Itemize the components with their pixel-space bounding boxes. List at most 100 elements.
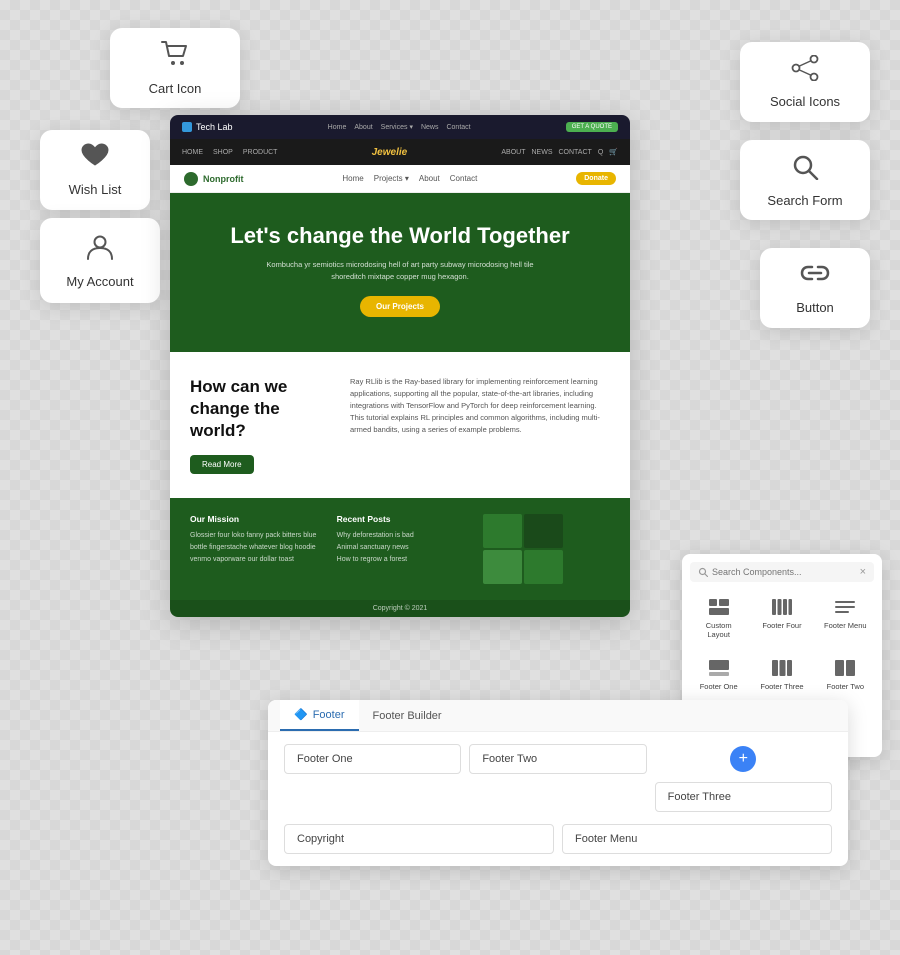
techlab-cta-button[interactable]: GET A QUOTE	[566, 122, 618, 132]
footer-image	[524, 550, 563, 584]
list-item: Animal sanctuary news	[337, 542, 464, 554]
button-card: Button	[760, 248, 870, 328]
my-account-label: My Account	[66, 274, 133, 289]
footer-cell-three-label: Footer Three	[668, 791, 731, 803]
footer-cell-copyright: Copyright	[284, 824, 554, 854]
footer-copyright: Copyright © 2021	[170, 600, 630, 617]
tab-footer-label: Footer	[313, 709, 345, 721]
hero-cta-button[interactable]: Our Projects	[360, 296, 440, 317]
footer-cell-copyright-label: Copyright	[297, 833, 344, 845]
search-form-label: Search Form	[767, 193, 842, 208]
footer-four-icon	[768, 596, 796, 618]
jewelry-logo: Jewelie	[372, 147, 408, 158]
wish-list-label: Wish List	[69, 182, 122, 197]
component-item-footer-menu[interactable]: Footer Menu	[817, 590, 874, 645]
person-icon	[86, 233, 114, 268]
nonprofit-nav-links: Home Projects ▾ About Contact	[342, 174, 477, 183]
component-item-footer-three[interactable]: Footer Three	[753, 651, 810, 697]
button-card-label: Button	[796, 300, 834, 315]
tab-builder-label: Footer Builder	[373, 710, 442, 722]
footer-images-col	[483, 514, 610, 584]
jewelry-nav-left: HOME SHOP PRODUCT	[182, 149, 277, 156]
footer-mission-col: Our Mission Glossier four loko fanny pac…	[190, 514, 317, 584]
footer-cell-two: Footer Two	[469, 744, 646, 774]
footer-posts-list: Why deforestation is bad Animal sanctuar…	[337, 530, 464, 566]
custom-layout-icon	[705, 596, 733, 618]
footer-image	[524, 514, 563, 548]
search-icon	[790, 152, 820, 187]
wish-list-card: Wish List	[40, 130, 150, 210]
search-form-card: Search Form	[740, 140, 870, 220]
footer-builder-grid-row1: Footer One Footer Two + Footer Three	[268, 732, 848, 824]
website-mockup: Tech Lab Home About Services ▾ News Cont…	[170, 115, 630, 617]
footer-mission-body: Glossier four loko fanny pack bitters bl…	[190, 530, 317, 566]
footer-image	[483, 514, 522, 548]
footer-cell-two-label: Footer Two	[482, 753, 537, 765]
close-icon[interactable]: ×	[860, 566, 866, 578]
footer-tab-icon: 🔷	[294, 708, 308, 721]
nonprofit-donate-button[interactable]: Donate	[576, 172, 616, 185]
component-item-custom-layout[interactable]: Custom Layout	[690, 590, 747, 645]
component-label: Custom Layout	[694, 621, 743, 639]
content-left: How can we change the world? Read More	[190, 376, 330, 474]
component-label: Footer Four	[762, 621, 801, 630]
footer-menu-icon	[831, 596, 859, 618]
techlab-nav-links: Home About Services ▾ News Contact	[328, 123, 471, 131]
component-label: Footer Two	[827, 682, 864, 691]
tab-footer-builder[interactable]: Footer Builder	[359, 700, 456, 731]
footer-two-icon	[831, 657, 859, 679]
component-item-footer-four[interactable]: Footer Four	[753, 590, 810, 645]
search-icon	[698, 567, 708, 577]
hero-title: Let's change the World Together	[190, 223, 610, 249]
footer-cell-three: Footer Three	[655, 782, 832, 812]
cart-icon-label: Cart Icon	[149, 81, 202, 96]
techlab-brand: Tech Lab	[182, 122, 233, 132]
content-heading: How can we change the world?	[190, 376, 330, 442]
footer-posts-col: Recent Posts Why deforestation is bad An…	[337, 514, 464, 584]
component-label: Footer Menu	[824, 621, 867, 630]
content-section: How can we change the world? Read More R…	[170, 352, 630, 498]
footer-three-icon	[768, 657, 796, 679]
social-icons-card: Social Icons	[740, 42, 870, 122]
jewelry-nav-right: ABOUT NEWS CONTACT Q 🛒	[501, 148, 618, 156]
component-search-bar[interactable]: ×	[690, 562, 874, 582]
link-icon	[800, 261, 830, 294]
read-more-button[interactable]: Read More	[190, 455, 254, 474]
content-right: Ray RLlib is the Ray-based library for i…	[350, 376, 610, 474]
tab-footer[interactable]: 🔷 Footer	[280, 700, 359, 731]
nonprofit-brand-name: Nonprofit	[203, 174, 244, 184]
footer-image-grid	[483, 514, 563, 584]
content-body: Ray RLlib is the Ray-based library for i…	[350, 376, 610, 436]
footer-posts-title: Recent Posts	[337, 514, 464, 524]
hero-subtitle: Kombucha yr semiotics microdosing hell o…	[260, 259, 540, 282]
component-search-input[interactable]	[712, 567, 856, 577]
footer-add-button[interactable]: +	[730, 746, 756, 772]
my-account-card: My Account	[40, 218, 160, 303]
cart-icon	[160, 40, 190, 75]
component-label: Footer Three	[760, 682, 803, 691]
footer-cell-one-label: Footer One	[297, 753, 353, 765]
footer-cell-one: Footer One	[284, 744, 461, 774]
footer-builder-tabs: 🔷 Footer Footer Builder	[268, 700, 848, 732]
nonprofit-brand: Nonprofit	[184, 172, 244, 186]
cart-icon-card: Cart Icon	[110, 28, 240, 108]
list-item: Why deforestation is bad	[337, 530, 464, 542]
mockup-footer: Our Mission Glossier four loko fanny pac…	[170, 498, 630, 600]
list-item: How to regrow a forest	[337, 554, 464, 566]
footer-cell-menu-label: Footer Menu	[575, 833, 637, 845]
component-item-footer-one[interactable]: Footer One	[690, 651, 747, 697]
footer-cell-menu: Footer Menu	[562, 824, 832, 854]
heart-icon	[80, 143, 110, 176]
footer-image	[483, 550, 522, 584]
footer-mission-title: Our Mission	[190, 514, 317, 524]
footer-one-icon	[705, 657, 733, 679]
social-icons-label: Social Icons	[770, 94, 840, 109]
component-item-footer-two[interactable]: Footer Two	[817, 651, 874, 697]
jewelry-nav: HOME SHOP PRODUCT Jewelie ABOUT NEWS CON…	[170, 139, 630, 165]
nonprofit-nav: Nonprofit Home Projects ▾ About Contact …	[170, 165, 630, 193]
footer-builder-grid-row2: Copyright Footer Menu	[268, 824, 848, 866]
techlab-nav: Tech Lab Home About Services ▾ News Cont…	[170, 115, 630, 139]
component-label: Footer One	[700, 682, 738, 691]
techlab-brand-name: Tech Lab	[196, 122, 233, 132]
social-icon	[790, 55, 820, 88]
